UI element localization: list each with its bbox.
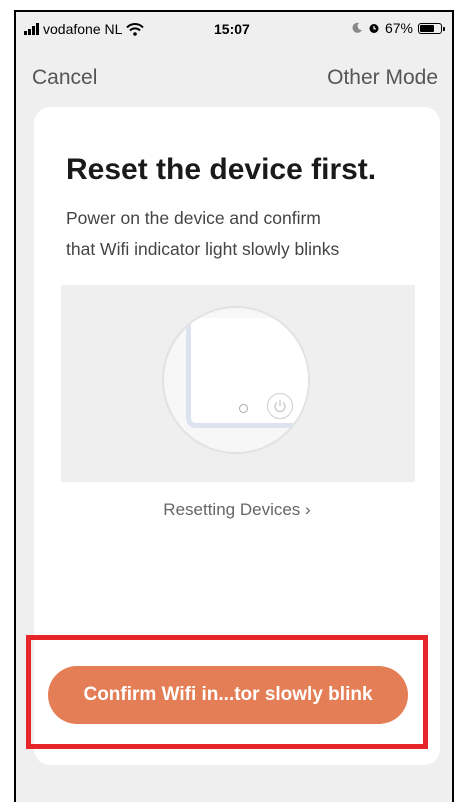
battery-icon [418, 22, 445, 34]
nav-bar: Cancel Other Mode [16, 58, 452, 98]
resetting-devices-link[interactable]: Resetting Devices › [34, 500, 440, 520]
status-right: 67% [351, 20, 445, 36]
carrier-label: vodafone NL [43, 21, 123, 37]
page-title: Reset the device first. [66, 153, 377, 186]
instruction-line-2: that Wifi indicator light slowly blinks [66, 239, 340, 259]
device-body [186, 318, 308, 428]
instruction-text: Power on the device and confirm that Wif… [66, 203, 416, 265]
moon-icon [352, 22, 362, 33]
cancel-button[interactable]: Cancel [32, 66, 97, 90]
device-circle [162, 306, 310, 454]
indicator-light-icon [239, 404, 248, 413]
status-time: 15:07 [214, 21, 250, 37]
other-mode-button[interactable]: Other Mode [327, 66, 438, 90]
power-button-icon [267, 393, 293, 419]
battery-percent: 67% [384, 20, 413, 36]
signal-icon [24, 23, 39, 35]
confirm-blink-button[interactable]: Confirm Wifi in...tor slowly blink [48, 666, 408, 724]
instruction-line-1: Power on the device and confirm [66, 208, 321, 228]
alarm-icon [369, 24, 379, 33]
wifi-icon [126, 22, 145, 36]
status-bar: vodafone NL 15:07 67% [16, 12, 452, 48]
status-left: vodafone NL [24, 21, 145, 37]
device-illustration [61, 285, 415, 482]
